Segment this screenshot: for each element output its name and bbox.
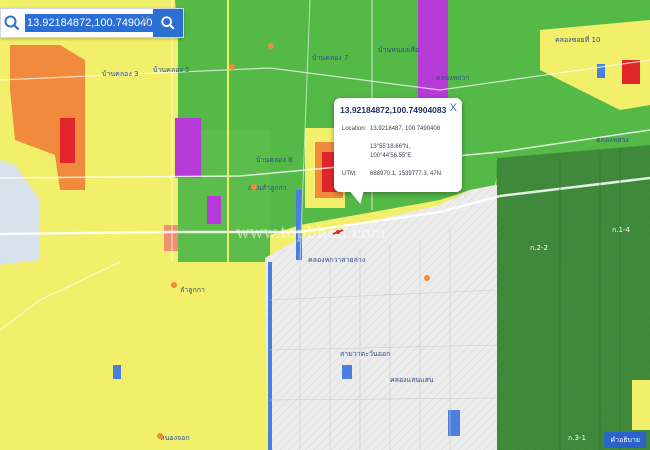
map-label: บ้านหนองเสือ — [378, 46, 419, 54]
rural-conservation-hatch — [497, 172, 650, 450]
map-label: ลำลูกกา — [180, 286, 205, 294]
salmon-zone — [164, 225, 178, 251]
industrial-zone-a — [175, 118, 201, 178]
map-label: ก.2-2 — [530, 244, 548, 252]
map-label: คลองหลวง — [596, 136, 629, 144]
location-popup: 13.92184872,100.74904083 X Location: 13.… — [334, 98, 462, 204]
pond-a — [342, 365, 352, 379]
poi-icon — [229, 64, 235, 70]
legend-button[interactable]: คำอธิบาย — [604, 432, 646, 448]
map-label: ก.3-1 — [568, 434, 586, 442]
search-icon — [161, 16, 175, 30]
poi-icon — [157, 433, 163, 439]
poi-icon — [424, 275, 430, 281]
map-label: สามวาตะวันออก — [340, 350, 390, 358]
dms-longitude: 100°44'56.55"E — [370, 153, 412, 159]
map-label: บ้านคลอง 3 — [102, 70, 138, 78]
utm-label: UTM: — [342, 171, 357, 177]
map-label: ก.1-4 — [612, 226, 630, 234]
map-label: บ้านคลอง 5 — [153, 66, 189, 74]
pond-c — [113, 365, 121, 379]
map-label: คลองแสนแสบ — [390, 376, 433, 384]
commercial-zone-a — [60, 118, 75, 163]
industrial-zone-b — [207, 196, 221, 224]
utm-value: 688970.1, 1539777.3, 47N — [370, 171, 442, 177]
map-label: บ้านคลอง 8 — [256, 156, 292, 164]
search-icon — [4, 15, 20, 31]
clear-search-button[interactable]: X — [137, 13, 153, 33]
zoning-map[interactable]: บ้านคลอง 3 บ้านคลอง 5 บ้านคลอง 7 บ้านหนอ… — [0, 0, 650, 450]
popup-close-button[interactable]: X — [450, 102, 457, 114]
map-label: คลองหกวา — [436, 74, 469, 82]
map-label: คลองหกวาสายล่าง — [308, 256, 365, 264]
popup-title: 13.92184872,100.74904083 — [340, 105, 447, 115]
location-value: 13.9218487, 100.7490408 — [370, 126, 441, 132]
poi-icon — [251, 184, 257, 190]
search-button[interactable] — [153, 9, 183, 37]
poi-icon — [171, 282, 177, 288]
map-label: บ้านคลอง 7 — [312, 54, 348, 62]
location-label: Location: — [342, 126, 367, 132]
canal-b — [268, 262, 272, 450]
poi-icon — [268, 43, 274, 49]
watermark: www.topbhan.com — [236, 223, 386, 242]
map-label: คลองซอยที่ 10 — [555, 35, 600, 44]
map-label: หนองจอก — [160, 434, 190, 442]
dms-latitude: 13°55'18.66"N, — [370, 144, 411, 150]
search-bar: 13.92184872,100.74904083 X — [0, 8, 184, 38]
residential-zone-se — [632, 380, 650, 430]
residential-zone-top — [350, 0, 418, 20]
